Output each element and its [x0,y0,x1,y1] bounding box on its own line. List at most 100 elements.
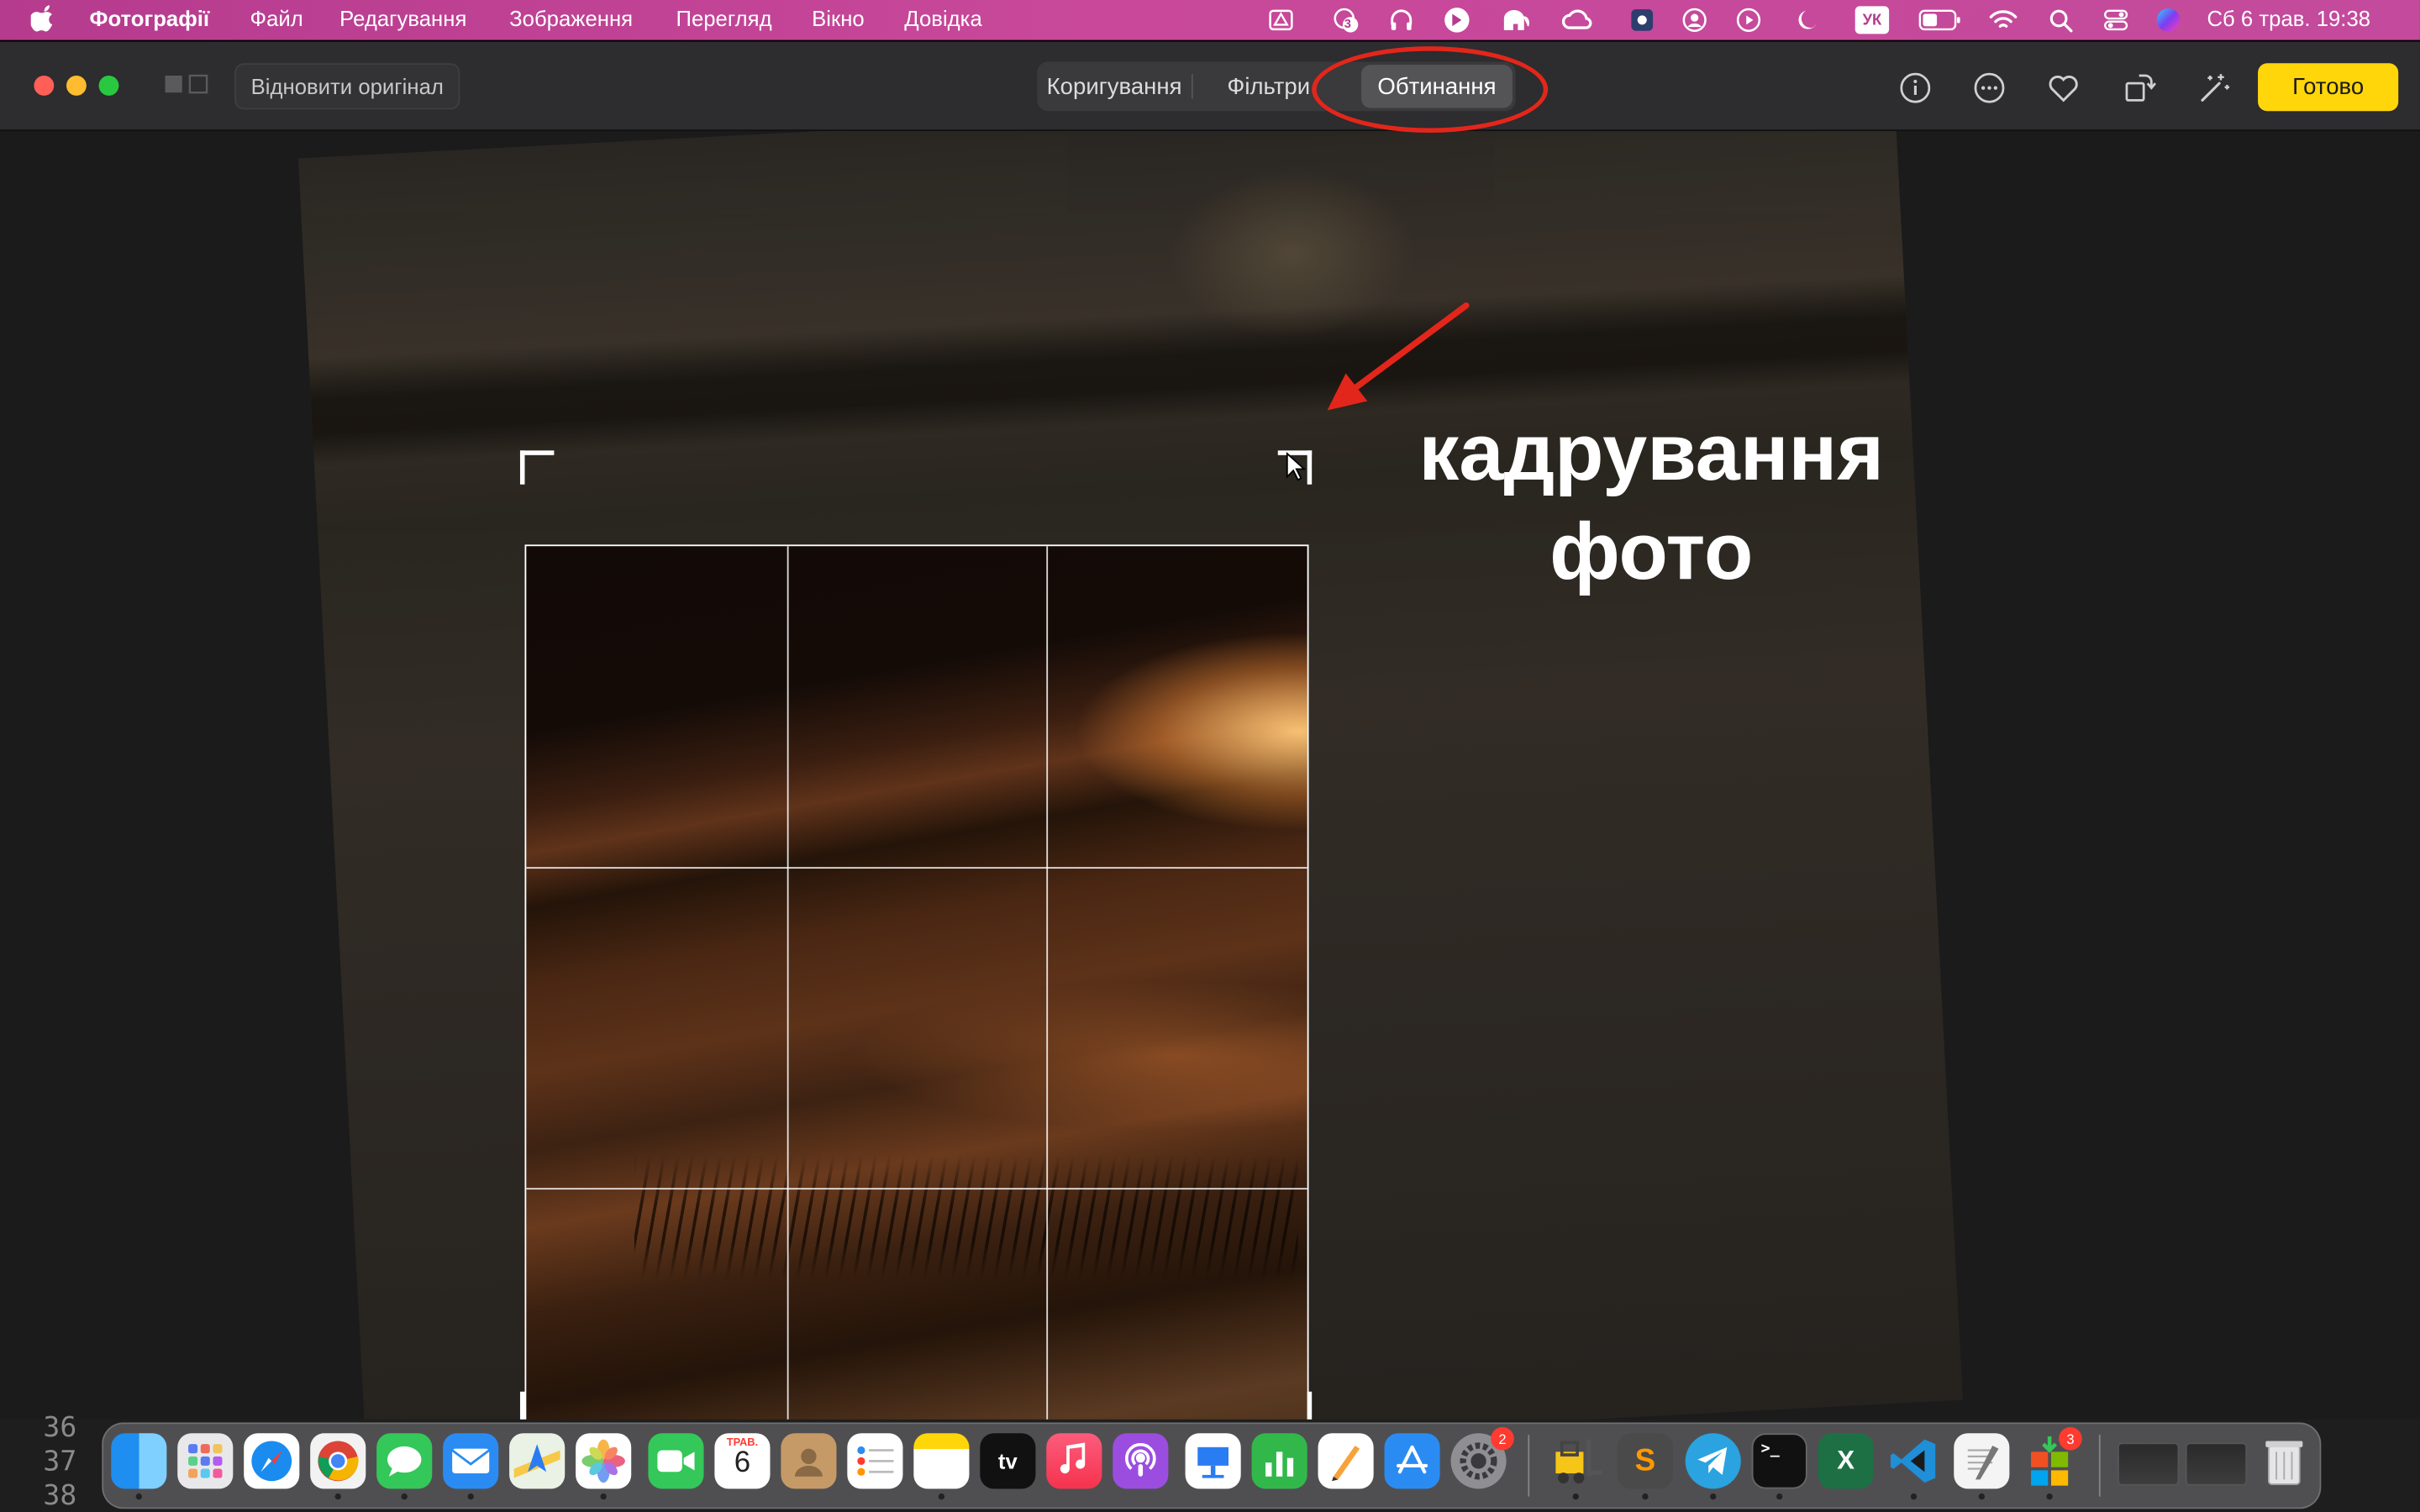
annotation-highlight-circle [1312,46,1549,133]
sublime-letter: S [1634,1443,1656,1478]
pages-icon[interactable] [1318,1433,1374,1489]
contacts-icon[interactable] [781,1433,837,1489]
menu-edit[interactable]: Редагування [339,6,466,30]
spotlight-search-icon[interactable] [2045,6,2076,34]
background-editor-line-numbers: 36 37 38 [43,1412,76,1512]
control-center-icon[interactable] [2101,6,2132,34]
sublime-text-icon[interactable]: S [1617,1433,1673,1489]
chrome-icon[interactable] [310,1433,366,1489]
compare-original-icon[interactable] [164,74,210,96]
crop-region[interactable] [524,544,1309,1421]
auto-enhance-wand-icon[interactable] [2197,71,2231,104]
favorite-heart-icon[interactable] [2046,71,2080,104]
vpn-icon[interactable] [1627,6,1658,34]
terminal-icon[interactable]: >_ [1751,1433,1807,1489]
vscode-icon[interactable] [1886,1433,1941,1488]
more-options-icon[interactable] [1972,71,2006,104]
notes-icon[interactable] [913,1433,970,1489]
edit-toolbar: Відновити оригінал Коригування Фільтри О… [0,41,2420,132]
close-window-button[interactable] [34,75,55,96]
crop-handle-bottom-left[interactable] [519,1391,555,1421]
tab-adjust[interactable]: Коригування [1037,61,1192,111]
done-button[interactable]: Готово [2258,63,2399,112]
user-account-icon[interactable] [1679,6,1710,34]
moon-focus-icon[interactable] [1791,6,1823,34]
menu-file[interactable]: Файл [250,6,303,30]
apple-tv-icon[interactable]: tv [980,1433,1036,1489]
code-line-number: 37 [43,1445,77,1478]
excel-icon[interactable]: X [1818,1433,1874,1489]
menu-bar: Фотографії Файл Редагування Зображення П… [0,0,2420,40]
textedit-icon[interactable] [1954,1433,2010,1489]
dock-separator [2098,1435,2101,1497]
code-line-number: 38 [43,1479,77,1512]
menubar-clock[interactable]: Сб 6 трав. 19:38 [2207,6,2370,30]
numbers-icon[interactable] [1251,1433,1307,1489]
telegram-icon[interactable] [1685,1433,1741,1489]
apple-logo-icon[interactable] [30,5,55,33]
tab-filters[interactable]: Фільтри [1213,61,1324,111]
photos-icon[interactable] [576,1433,632,1489]
caption-line-2: фото [1549,507,1754,597]
podcasts-icon[interactable] [1113,1433,1169,1489]
code-line-number: 36 [43,1411,77,1445]
wifi-icon[interactable] [1988,6,2019,34]
maps-icon[interactable] [509,1433,566,1489]
updater-notification-badge: 3 [2059,1426,2082,1451]
revert-to-original-button[interactable]: Відновити оригінал [234,63,460,110]
creative-cloud-icon[interactable] [1561,6,1593,34]
finder-icon[interactable] [111,1433,167,1489]
keynote-icon[interactable] [1185,1433,1241,1489]
input-source-indicator[interactable]: УК [1854,6,1890,34]
minimized-window-thumbnail[interactable] [2117,1442,2180,1486]
annotation-arrow-icon [1327,302,1470,411]
music-icon[interactable] [1046,1433,1102,1489]
running-indicator [1776,1493,1783,1500]
crop-handle-top-left[interactable] [519,450,555,485]
menu-app-name[interactable]: Фотографії [90,6,210,30]
excel-letter: X [1837,1445,1855,1475]
crop-grid-line [786,546,789,1421]
reeds-silhouette [634,1155,1298,1279]
launchpad-icon[interactable] [177,1433,234,1489]
cloud-sync-icon[interactable] [1441,6,1472,34]
menu-help[interactable]: Довідка [904,6,982,30]
mail-icon[interactable] [443,1433,499,1489]
siri-icon[interactable] [2153,6,2184,34]
rotate-icon[interactable] [2122,71,2157,104]
running-indicator [401,1493,408,1500]
running-indicator [467,1493,474,1500]
running-indicator [938,1493,945,1500]
drive-icon[interactable] [1265,6,1297,34]
facetime-icon[interactable] [648,1433,704,1489]
running-indicator [600,1493,607,1500]
tv-label: tv [997,1448,1018,1474]
zoom-window-button[interactable] [98,75,119,96]
menu-image[interactable]: Зображення [509,6,633,30]
menu-view[interactable]: Перегляд [676,6,771,30]
caption-line-1: кадрування [1418,408,1884,499]
calendar-day-label: 6 [734,1446,751,1480]
reminders-icon[interactable] [847,1433,903,1489]
forklift-icon[interactable] [1548,1433,1603,1488]
menu-window[interactable]: Вікно [812,6,865,30]
battery-icon[interactable] [1917,6,1963,34]
safari-icon[interactable] [244,1433,300,1489]
messages-icon[interactable] [376,1433,433,1489]
minimized-window-thumbnail[interactable] [2185,1442,2248,1486]
app-store-icon[interactable] [1384,1433,1440,1489]
crop-handle-bottom-right[interactable] [1277,1391,1313,1421]
elephant-icon[interactable] [1500,6,1531,34]
calendar-icon[interactable]: ТРАВ. 6 [714,1433,771,1489]
terminal-prompt: >_ [1760,1441,1780,1458]
screen: Фотографії Файл Редагування Зображення П… [0,0,2420,1512]
tab-divider [1191,74,1193,99]
minimize-window-button[interactable] [66,75,87,96]
photos-edit-window: Відновити оригінал Коригування Фільтри О… [0,39,2420,1421]
crop-grid-line [526,867,1307,869]
trash-icon[interactable] [2256,1433,2312,1488]
dock-separator [1528,1435,1530,1497]
info-icon[interactable] [1898,71,1932,104]
play-circle-icon[interactable] [1733,6,1765,34]
headphones-icon[interactable] [1386,6,1417,34]
